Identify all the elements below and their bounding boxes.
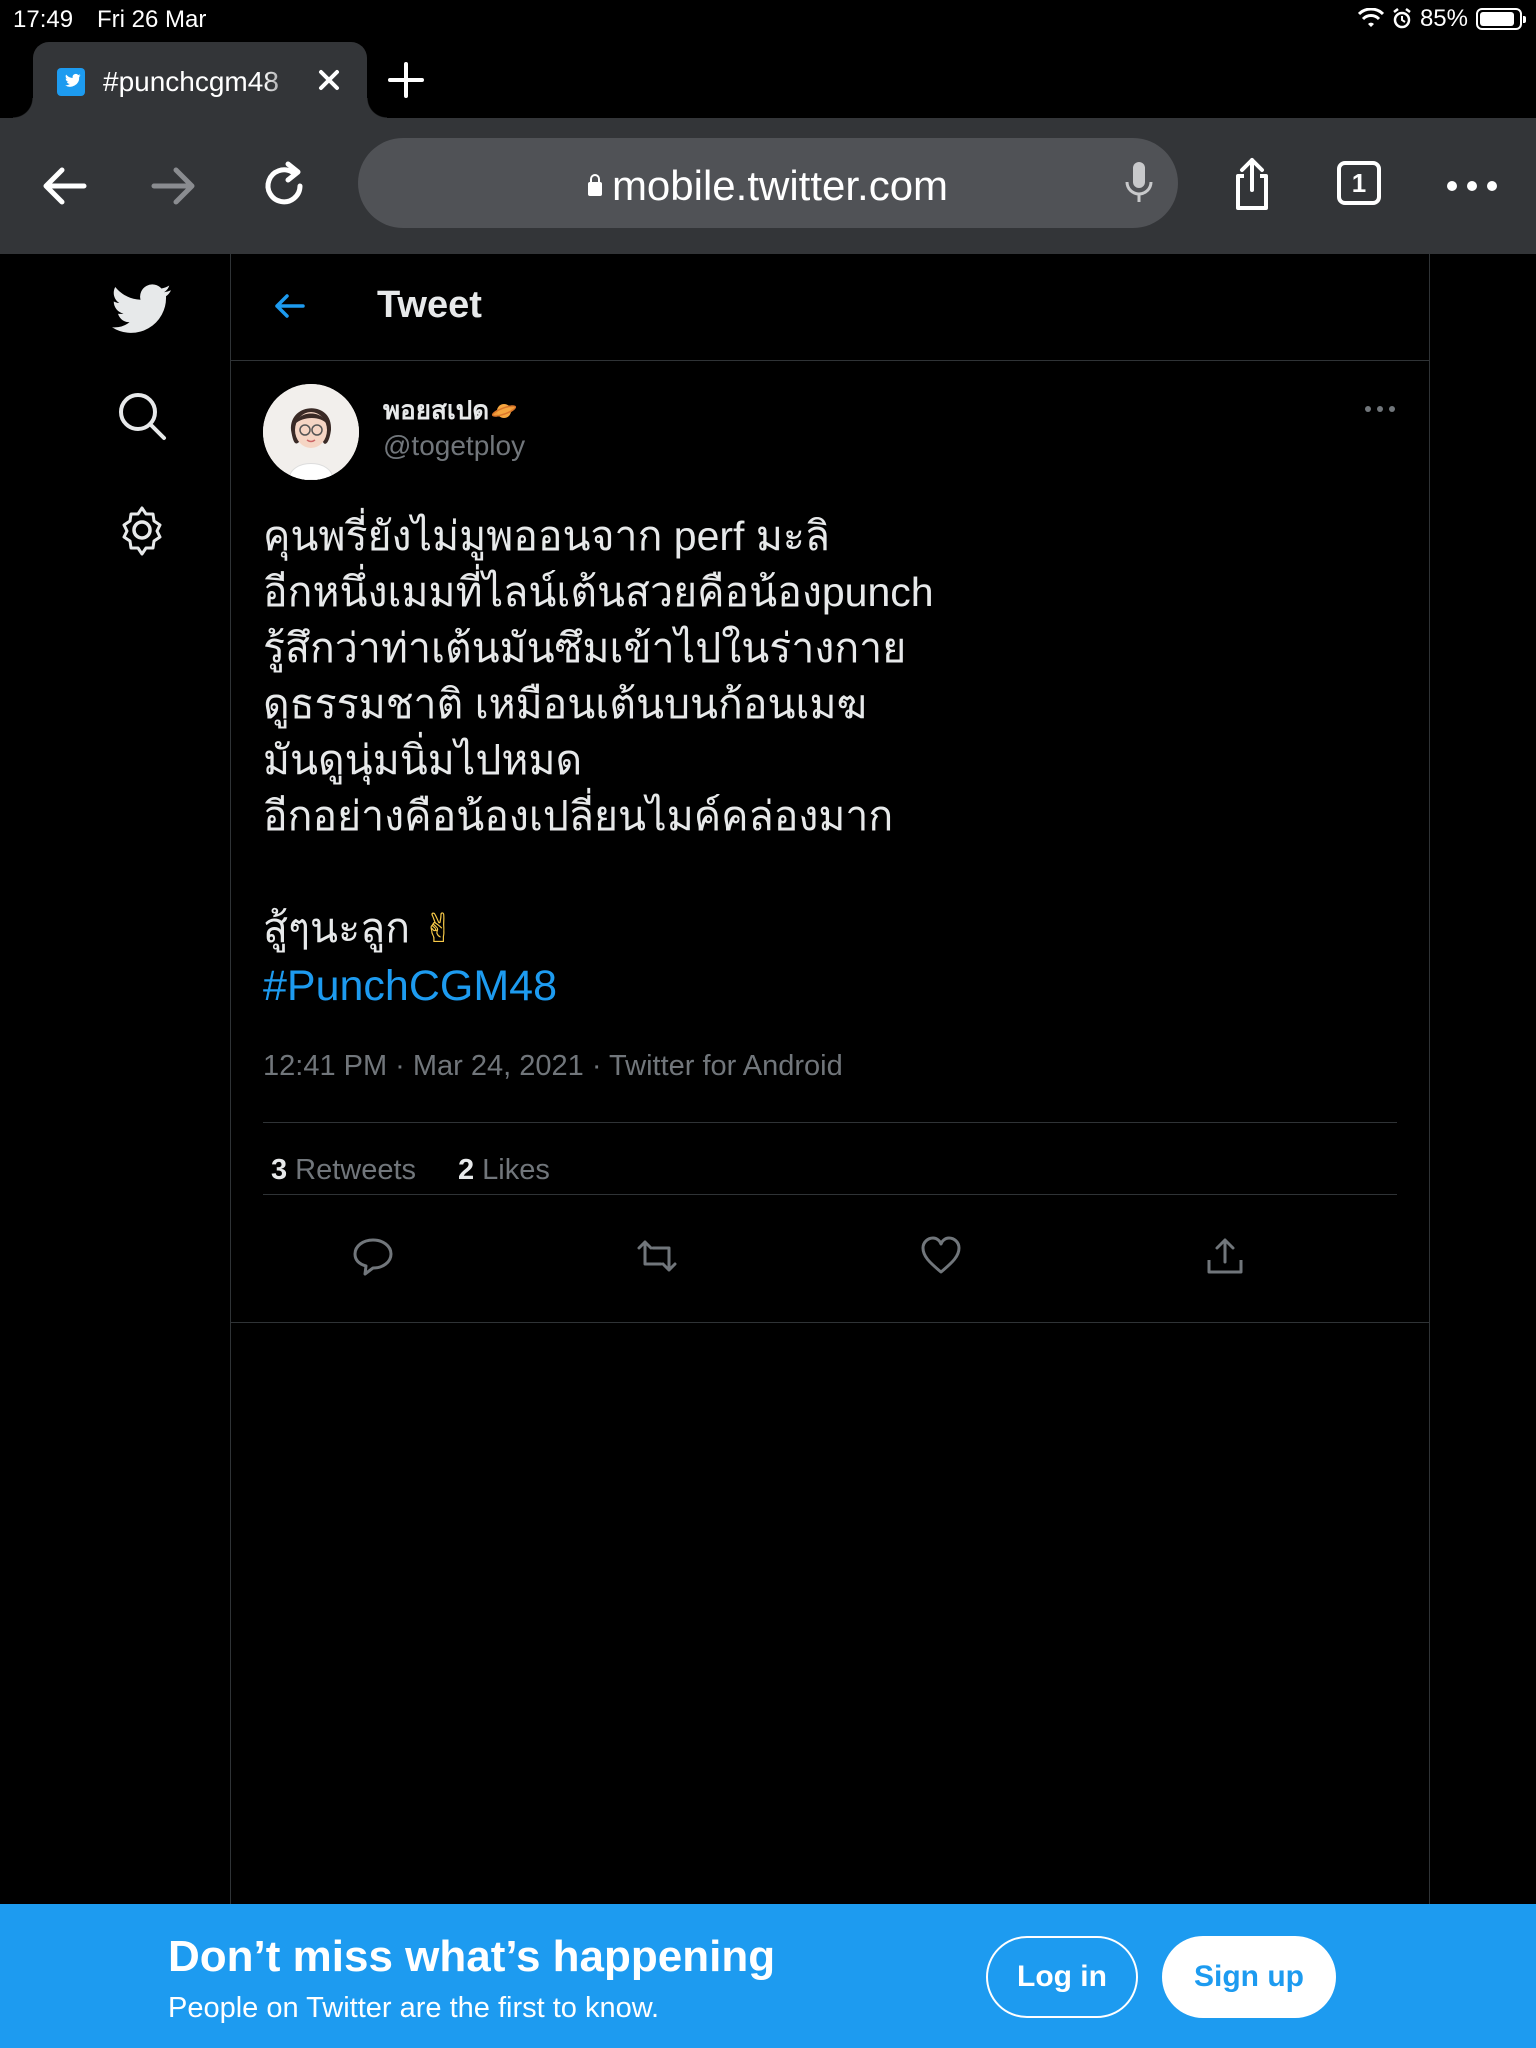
divider <box>263 1194 1397 1195</box>
left-nav <box>0 254 230 1904</box>
status-bar: 17:49 Fri 26 Mar 85% <box>0 0 1536 38</box>
page-header: Tweet <box>231 254 1429 361</box>
tab-title: #punchcgm48 <box>103 66 279 97</box>
tweet-text: คุนพรี่ยังไม่มูพออนจาก perf มะลิ อีกหนึ่… <box>263 508 1363 957</box>
forward-arrow-icon[interactable] <box>148 160 200 212</box>
battery-icon <box>1476 8 1526 30</box>
author-name[interactable]: พอยสเปด <box>383 390 517 431</box>
hashtag-link[interactable]: #PunchCGM48 <box>263 962 557 1011</box>
retweets-stat[interactable]: 3 Retweets <box>271 1154 416 1187</box>
tweet-stats: 3 Retweets 2 Likes <box>271 1154 550 1187</box>
alarm-icon <box>1393 8 1411 29</box>
retweet-icon[interactable] <box>635 1234 679 1278</box>
tab-strip: #punchcgm48 <box>0 38 1536 118</box>
tab-switcher-button[interactable]: 1 <box>1337 161 1381 205</box>
new-tab-icon[interactable] <box>386 60 426 100</box>
login-button[interactable]: Log in <box>986 1936 1138 2018</box>
tweet-actions <box>263 1204 1397 1284</box>
divider <box>231 1322 1429 1323</box>
like-heart-icon[interactable] <box>919 1234 963 1278</box>
banner-headline: Don’t miss what’s happening <box>168 1932 776 1981</box>
browser-toolbar: mobile.twitter.com 1 <box>0 118 1536 254</box>
back-arrow-icon[interactable] <box>38 160 90 212</box>
wifi-icon <box>1357 8 1384 27</box>
battery-percent: 85% <box>1419 5 1468 32</box>
author-handle[interactable]: @togetploy <box>383 430 525 462</box>
reply-icon[interactable] <box>351 1234 395 1278</box>
browser-tab[interactable]: #punchcgm48 <box>13 42 387 118</box>
close-tab-icon[interactable] <box>313 64 345 96</box>
address-bar[interactable]: mobile.twitter.com <box>358 138 1178 228</box>
avatar[interactable] <box>263 384 359 480</box>
share-icon[interactable] <box>1226 154 1278 214</box>
signup-banner: Don’t miss what’s happening People on Tw… <box>0 1904 1536 2048</box>
divider <box>263 1122 1397 1123</box>
search-icon[interactable] <box>116 390 168 442</box>
microphone-icon[interactable] <box>1122 160 1156 206</box>
back-arrow-icon[interactable] <box>271 288 307 324</box>
page-title: Tweet <box>377 284 482 326</box>
twitter-favicon-icon <box>57 68 85 96</box>
victory-hand-emoji: ✌ <box>422 907 456 951</box>
planet-emoji-icon <box>492 404 517 418</box>
lock-icon <box>587 174 602 196</box>
more-options-icon[interactable] <box>1363 404 1397 414</box>
status-time: 17:49 <box>13 6 74 33</box>
status-right: 85% <box>1357 5 1526 33</box>
twitter-page: Tweet พอยสเปด @togetploy คุนพรี่ยังไม่มู… <box>0 254 1536 1904</box>
share-icon[interactable] <box>1203 1234 1247 1278</box>
status-date: Fri 26 Mar <box>97 6 207 33</box>
signup-button[interactable]: Sign up <box>1162 1936 1336 2018</box>
settings-gear-icon[interactable] <box>116 504 168 556</box>
banner-subtext: People on Twitter are the first to know. <box>168 1992 660 2024</box>
twitter-logo-icon[interactable] <box>112 278 172 338</box>
main-column: Tweet พอยสเปด @togetploy คุนพรี่ยังไม่มู… <box>230 254 1430 1904</box>
url-text: mobile.twitter.com <box>611 162 949 209</box>
more-menu-icon[interactable] <box>1444 160 1500 212</box>
reload-icon[interactable] <box>258 160 310 212</box>
tweet-timestamp[interactable]: 12:41 PM · Mar 24, 2021 · Twitter for An… <box>263 1050 843 1083</box>
likes-stat[interactable]: 2 Likes <box>458 1154 550 1187</box>
